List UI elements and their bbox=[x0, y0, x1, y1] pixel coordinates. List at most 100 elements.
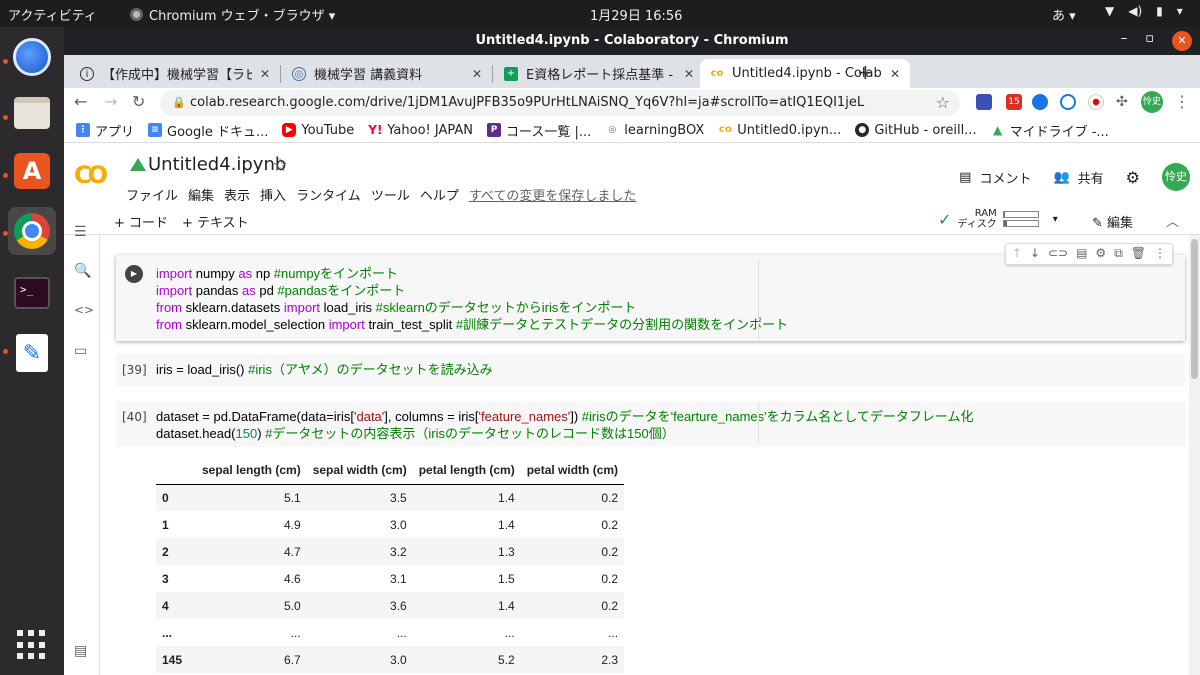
table-cell: 3.5 bbox=[306, 484, 413, 511]
extension-icon[interactable] bbox=[1060, 94, 1076, 110]
cell-settings-icon[interactable]: ⚙ bbox=[1095, 246, 1106, 262]
move-up-icon[interactable]: ↑ bbox=[1012, 246, 1022, 262]
files-folder-icon[interactable]: ▭ bbox=[74, 343, 87, 359]
app-menu[interactable]: Chromium ウェブ・ブラウザ ▾ bbox=[130, 5, 335, 24]
gmail-badge-icon[interactable]: 15 bbox=[1006, 94, 1022, 110]
forward-icon[interactable]: → bbox=[104, 92, 117, 111]
delete-cell-icon[interactable]: 🗑 bbox=[1131, 246, 1146, 262]
bookmark-google-docs[interactable]: ≡ Google ドキュ... bbox=[148, 121, 268, 140]
comment-cell-icon[interactable]: ▤ bbox=[1076, 246, 1087, 262]
dock-text-editor[interactable]: ✎ bbox=[8, 329, 56, 377]
code-token: load_iris bbox=[320, 300, 376, 315]
os-top-bar: アクティビティ Chromium ウェブ・ブラウザ ▾ 1月29日 16:56 … bbox=[0, 0, 1200, 27]
tab-close-icon[interactable]: ✕ bbox=[684, 67, 694, 81]
system-tray[interactable]: ▼ ◀) ▮ ▾ bbox=[1105, 4, 1183, 18]
bookmark-untitled0[interactable]: co Untitled0.ipyn... bbox=[718, 123, 841, 138]
bookmark-learningbox[interactable]: ◎ learningBOX bbox=[605, 123, 704, 138]
star-icon[interactable]: ☆ bbox=[272, 155, 288, 176]
code-cell-2[interactable]: [39] iris = load_iris() #iris（アヤメ）のデータセッ… bbox=[116, 354, 1185, 386]
menu-tools[interactable]: ツール bbox=[371, 185, 410, 204]
maximize-button[interactable]: ▫ bbox=[1145, 31, 1154, 51]
input-method[interactable]: あ ▾ bbox=[1052, 5, 1076, 24]
bookmark-my-drive[interactable]: ▲ マイドライブ -... bbox=[991, 121, 1109, 140]
bookmark-github[interactable]: ● GitHub - oreill... bbox=[855, 123, 977, 138]
extension-icon[interactable] bbox=[976, 94, 992, 110]
clock[interactable]: 1月29日 16:56 bbox=[590, 5, 682, 24]
extension-icon[interactable] bbox=[1032, 94, 1048, 110]
minimize-button[interactable]: – bbox=[1121, 31, 1128, 51]
bookmark-youtube[interactable]: ▶ YouTube bbox=[282, 123, 354, 138]
add-code-button[interactable]: + コード bbox=[114, 212, 168, 231]
user-avatar[interactable]: 怜史 bbox=[1162, 163, 1190, 191]
menu-help[interactable]: ヘルプ bbox=[420, 185, 459, 204]
browser-toolbar: ← → ↻ 🔒 colab.research.google.com/drive/… bbox=[64, 88, 1200, 118]
collapse-header-icon[interactable]: ︿ bbox=[1166, 211, 1179, 230]
puzzle-icon[interactable]: ✣ bbox=[1116, 94, 1132, 110]
reload-icon[interactable]: ↻ bbox=[132, 92, 145, 111]
bookmark-apps[interactable]: ⋮ アプリ bbox=[76, 121, 134, 140]
tab-1[interactable]: i 【作成中】機械学習【ラビ ✕ bbox=[70, 59, 280, 88]
menu-file[interactable]: ファイル bbox=[126, 185, 178, 204]
activities-button[interactable]: アクティビティ bbox=[8, 5, 97, 24]
tab-close-icon[interactable]: ✕ bbox=[260, 67, 270, 81]
run-cell-button[interactable]: ▶ bbox=[125, 265, 143, 283]
menu-insert[interactable]: 挿入 bbox=[260, 185, 286, 204]
terminal-panel-icon[interactable]: ▤ bbox=[74, 643, 87, 659]
record-icon[interactable] bbox=[1088, 94, 1104, 110]
pencil-icon: ✎ bbox=[1092, 216, 1108, 231]
move-down-icon[interactable]: ↓ bbox=[1030, 246, 1040, 262]
mirror-cell-icon[interactable]: ⧉ bbox=[1114, 246, 1123, 262]
address-bar[interactable]: 🔒 colab.research.google.com/drive/1jDM1A… bbox=[160, 90, 960, 116]
toc-icon[interactable]: ☰ bbox=[74, 224, 87, 240]
menu-edit[interactable]: 編集 bbox=[188, 185, 214, 204]
dock-chromium[interactable] bbox=[8, 207, 56, 255]
github-icon: ● bbox=[855, 123, 870, 137]
add-text-button[interactable]: + テキスト bbox=[182, 212, 249, 231]
tab-4-active[interactable]: co Untitled4.ipynb - Colabora ✕ bbox=[700, 59, 910, 88]
share-button[interactable]: 👥 共有 bbox=[1053, 168, 1103, 187]
table-cell: 0.2 bbox=[601, 571, 619, 586]
code-snippets-icon[interactable]: <> bbox=[74, 303, 94, 317]
resources-indicator[interactable]: ✓ RAM ディスク ▾ bbox=[938, 208, 1058, 230]
new-tab-button[interactable]: + bbox=[857, 60, 874, 84]
menu-runtime[interactable]: ランタイム bbox=[296, 185, 361, 204]
profile-avatar[interactable]: 怜史 bbox=[1141, 91, 1163, 113]
dock-show-apps[interactable] bbox=[8, 621, 56, 669]
edit-button[interactable]: ✎ 編集 bbox=[1092, 212, 1133, 231]
menu-view[interactable]: 表示 bbox=[224, 185, 250, 204]
search-icon[interactable]: 🔍 bbox=[74, 263, 91, 279]
code-editor[interactable]: import numpy as np #numpyをインポート import pa… bbox=[156, 265, 788, 333]
code-editor[interactable]: dataset = pd.DataFrame(data=iris['data']… bbox=[156, 408, 973, 442]
scrollbar-thumb[interactable] bbox=[1191, 239, 1198, 379]
settings-gear-icon[interactable]: ⚙ bbox=[1126, 168, 1140, 187]
code-cell-3[interactable]: [40] dataset = pd.DataFrame(data=iris['d… bbox=[116, 401, 1185, 447]
dock-thunderbird[interactable] bbox=[8, 33, 56, 81]
dock-files[interactable] bbox=[8, 89, 56, 137]
chrome-menu-icon[interactable]: ⋮ bbox=[1174, 92, 1190, 111]
tab-close-icon[interactable]: ✕ bbox=[890, 67, 900, 81]
colab-logo[interactable]: CO bbox=[74, 161, 114, 189]
close-window-button[interactable]: ✕ bbox=[1172, 31, 1192, 51]
code-token: import bbox=[283, 300, 321, 315]
tab-3[interactable]: + E資格レポート採点基準 - G ✕ bbox=[494, 59, 704, 88]
table-cell: 3.0 bbox=[306, 646, 413, 673]
code-cell-1[interactable]: ▶ import numpy as np #numpyをインポート import … bbox=[116, 243, 1185, 341]
lock-icon: 🔒 bbox=[172, 96, 186, 109]
tab-strip: i 【作成中】機械学習【ラビ ✕ ◎ 機械学習 講義資料 ✕ + E資格レポート… bbox=[64, 55, 1200, 88]
bookmark-star-icon[interactable]: ☆ bbox=[936, 93, 950, 112]
back-icon[interactable]: ← bbox=[74, 92, 87, 111]
comment-button[interactable]: ▤ コメント bbox=[959, 168, 1031, 187]
link-icon[interactable]: ⊂⊃ bbox=[1048, 246, 1068, 262]
notebook-title[interactable]: Untitled4.ipynb bbox=[148, 154, 286, 175]
code-token: train_test_split bbox=[364, 317, 456, 332]
dock-software[interactable]: A bbox=[8, 147, 56, 195]
tab-close-icon[interactable]: ✕ bbox=[472, 67, 482, 81]
code-editor[interactable]: iris = load_iris() #iris（アヤメ）のデータセットを読み込… bbox=[156, 361, 493, 378]
bookmark-yahoo[interactable]: Y! Yahoo! JAPAN bbox=[368, 123, 473, 138]
dock-terminal[interactable]: >_ bbox=[8, 269, 56, 317]
more-options-icon[interactable]: ⋮ bbox=[1154, 246, 1166, 262]
notebook-scrollbar[interactable] bbox=[1189, 235, 1200, 675]
tab-2[interactable]: ◎ 機械学習 講義資料 ✕ bbox=[282, 59, 492, 88]
bookmark-course-list[interactable]: P コース一覧 |... bbox=[487, 121, 591, 140]
save-status[interactable]: すべての変更を保存しました bbox=[469, 185, 637, 204]
